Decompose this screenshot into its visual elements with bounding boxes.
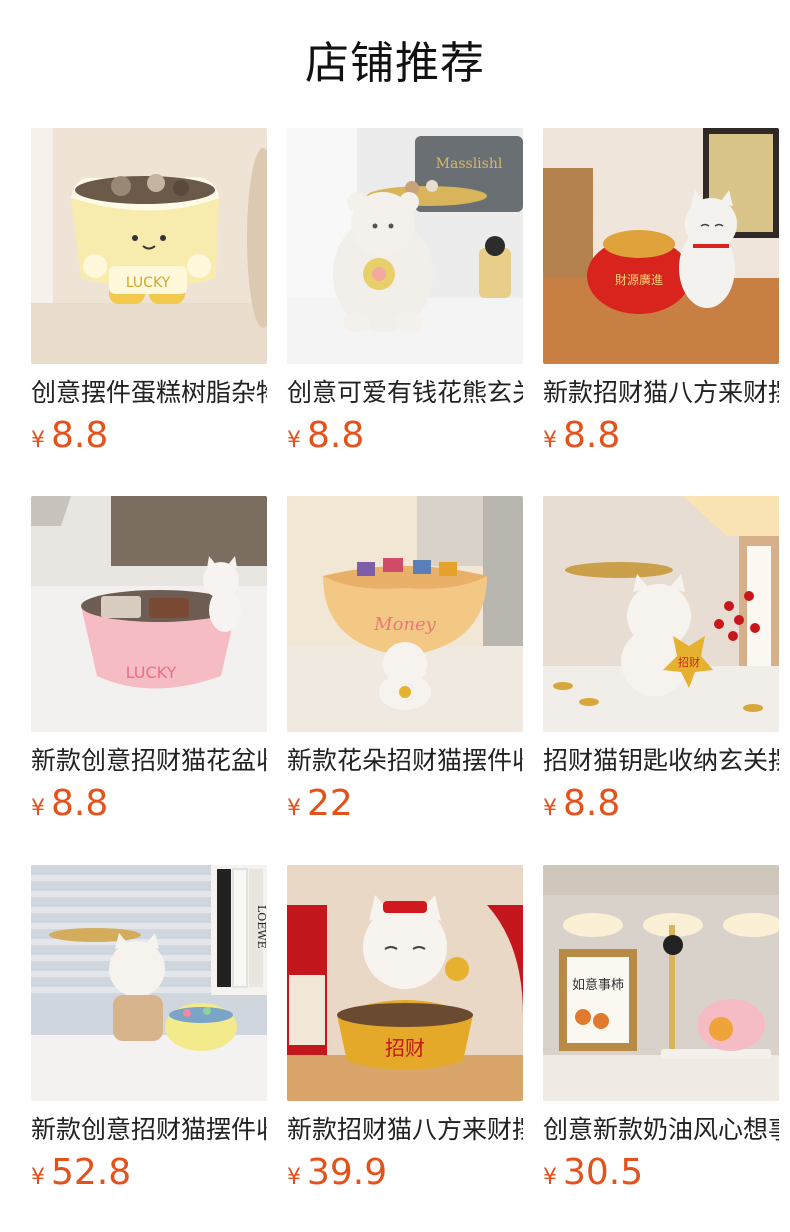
product-price: ¥8.8 xyxy=(543,782,779,826)
product-price: ¥8.8 xyxy=(31,414,267,458)
product-card[interactable]: 如意事柿 创意新款奶油风心想事成摆件 ¥30.5 xyxy=(543,865,779,1195)
product-name[interactable]: 新款创意招财猫花盆收纳 xyxy=(31,744,267,778)
price-value: 39.9 xyxy=(307,1152,388,1193)
product-name[interactable]: 新款创意招财猫摆件收纳 xyxy=(31,1113,267,1147)
product-card[interactable]: LOEWE 新款创意招财猫摆件收纳 ¥52.8 xyxy=(31,865,267,1195)
currency-symbol: ¥ xyxy=(287,428,301,453)
bag-inscription-icon: 財源廣進 xyxy=(615,272,663,287)
product-price: ¥30.5 xyxy=(543,1151,779,1195)
product-price: ¥52.8 xyxy=(31,1151,267,1195)
product-name[interactable]: 创意可爱有钱花熊玄关托盘 xyxy=(287,376,523,410)
product-image[interactable]: LUCKY xyxy=(31,496,267,732)
currency-symbol: ¥ xyxy=(31,428,45,453)
lucky-label: LUCKY xyxy=(126,663,177,682)
product-card[interactable]: LUCKY 新款创意招财猫花盆收纳 ¥8.8 xyxy=(31,496,267,826)
currency-symbol: ¥ xyxy=(543,796,557,821)
product-card[interactable]: Money 新款花朵招财猫摆件收纳 ¥22 xyxy=(287,496,523,826)
currency-symbol: ¥ xyxy=(31,1165,45,1190)
speaker-brand: Masslishl xyxy=(436,156,503,172)
price-value: 8.8 xyxy=(51,783,109,824)
product-price: ¥22 xyxy=(287,782,523,826)
product-image[interactable]: 招财 xyxy=(543,496,779,732)
product-card[interactable]: Masslishl 创意可爱有钱花熊玄关托盘 ¥8.8 xyxy=(287,128,523,458)
currency-symbol: ¥ xyxy=(543,428,557,453)
price-value: 30.5 xyxy=(563,1152,644,1193)
star-inscription: 招财 xyxy=(678,655,700,669)
currency-symbol: ¥ xyxy=(31,796,45,821)
section-title: 店铺推荐 xyxy=(305,38,485,89)
currency-symbol: ¥ xyxy=(287,796,301,821)
product-price: ¥8.8 xyxy=(287,414,523,458)
currency-symbol: ¥ xyxy=(287,1165,301,1190)
product-name[interactable]: 创意新款奶油风心想事成摆件 xyxy=(543,1113,779,1147)
product-image[interactable]: Money xyxy=(287,496,523,732)
product-name[interactable]: 招财猫钥匙收纳玄关摆件 xyxy=(543,744,779,778)
product-image[interactable]: Masslishl xyxy=(287,128,523,364)
product-name[interactable]: 新款招财猫八方来财摆件 xyxy=(543,376,779,410)
price-value: 8.8 xyxy=(563,783,621,824)
price-value: 8.8 xyxy=(51,415,109,456)
lucky-label: LUCKY xyxy=(126,275,171,291)
product-price: ¥8.8 xyxy=(31,782,267,826)
money-label: Money xyxy=(373,614,437,635)
product-card[interactable]: 招财 招财猫钥匙收纳玄关摆件 ¥8.8 xyxy=(543,496,779,826)
product-image[interactable]: 如意事柿 xyxy=(543,865,779,1101)
product-price: ¥39.9 xyxy=(287,1151,523,1195)
product-card[interactable]: LUCKY 创意摆件蛋糕树脂杂物收纳 ¥8.8 xyxy=(31,128,267,458)
product-name[interactable]: 新款招财猫八方来财摆件 xyxy=(287,1113,523,1147)
product-name[interactable]: 新款花朵招财猫摆件收纳 xyxy=(287,744,523,778)
price-value: 8.8 xyxy=(563,415,621,456)
product-card[interactable]: 財源廣進 新款招财猫八方来财摆件 ¥8.8 xyxy=(543,128,779,458)
price-value: 22 xyxy=(307,783,353,824)
product-image[interactable]: LUCKY xyxy=(31,128,267,364)
currency-symbol: ¥ xyxy=(543,1165,557,1190)
price-value: 52.8 xyxy=(51,1152,132,1193)
product-card[interactable]: 招财 新款招财猫八方来财摆件 ¥39.9 xyxy=(287,865,523,1195)
book-spine: LOEWE xyxy=(255,905,267,949)
frame-text: 如意事柿 xyxy=(572,977,624,993)
product-image[interactable]: LOEWE xyxy=(31,865,267,1101)
product-image[interactable]: 財源廣進 xyxy=(543,128,779,364)
product-name[interactable]: 创意摆件蛋糕树脂杂物收纳 xyxy=(31,376,267,410)
ingot-inscription: 招财 xyxy=(385,1036,425,1060)
price-value: 8.8 xyxy=(307,415,365,456)
product-image[interactable]: 招财 xyxy=(287,865,523,1101)
product-price: ¥8.8 xyxy=(543,414,779,458)
